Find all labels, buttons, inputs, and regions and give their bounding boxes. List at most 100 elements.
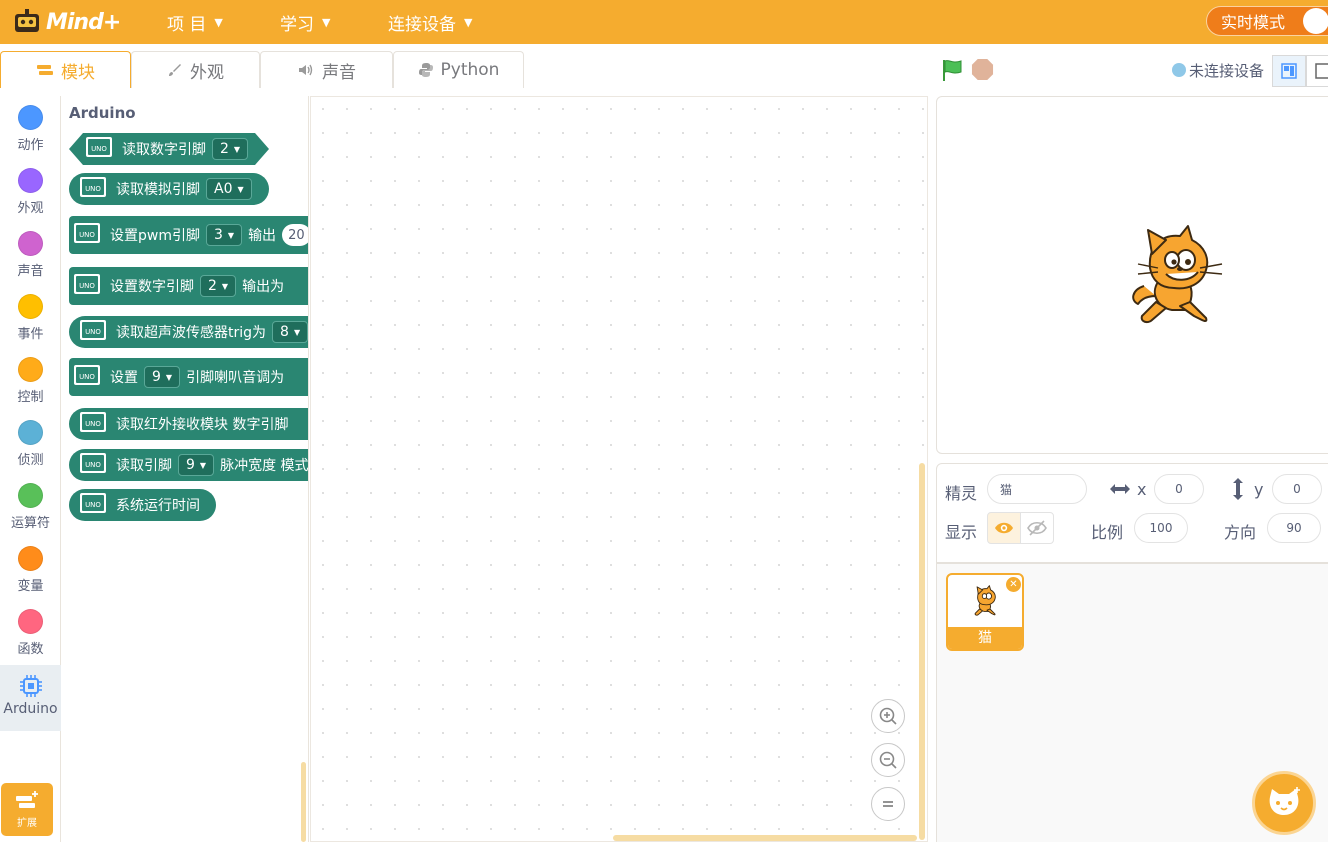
category-arduino[interactable]: Arduino: [0, 665, 61, 731]
pin-dropdown[interactable]: 9 ▼: [144, 366, 181, 388]
stop-icon[interactable]: [971, 58, 994, 81]
block-text: 系统运行时间: [116, 498, 200, 514]
x-label: x: [1137, 480, 1147, 499]
zoom-out-button[interactable]: [871, 743, 905, 777]
caret-down-icon: ▼: [464, 15, 473, 29]
small-stage-button[interactable]: [1272, 55, 1306, 87]
block-text-2: 输出: [248, 228, 277, 244]
caret-down-icon: ▼: [214, 15, 223, 29]
menu-learn[interactable]: 学习 ▼: [280, 0, 330, 44]
zoom-reset-button[interactable]: [871, 787, 905, 821]
large-stage-button[interactable]: [1306, 55, 1328, 87]
show-visible-button[interactable]: [987, 512, 1021, 544]
hide-sprite-button[interactable]: [1020, 512, 1054, 544]
category-dot-icon: [18, 231, 43, 256]
pin-dropdown[interactable]: 2 ▼: [200, 275, 237, 297]
scale-label: 比例: [1091, 523, 1124, 542]
block-set-pwm-pin[interactable]: UNO 设置pwm引脚 3 ▼ 输出 20: [69, 216, 308, 254]
menu-learn-label: 学习: [280, 14, 314, 35]
category-sound[interactable]: 声音: [0, 222, 61, 282]
realtime-mode-toggle[interactable]: 实时模式: [1206, 6, 1328, 36]
tab-blocks-label: 模块: [61, 62, 95, 83]
delete-sprite-button[interactable]: ✕: [1006, 577, 1021, 592]
direction-input[interactable]: 90: [1267, 513, 1321, 543]
tab-sounds-label: 声音: [322, 62, 356, 83]
caret-down-icon: ▼: [221, 281, 229, 291]
category-dot-icon: [18, 546, 43, 571]
tab-python[interactable]: Python: [393, 51, 524, 88]
mind-plus-logo[interactable]: Mind+: [12, 6, 121, 38]
block-read-ir-receiver[interactable]: UNO 读取红外接收模块 数字引脚: [69, 408, 308, 440]
block-text-2: 引脚喇叭音调为: [186, 370, 285, 386]
workspace-vertical-scrollbar[interactable]: [919, 463, 925, 840]
dropdown-value: 2: [208, 278, 217, 294]
menu-connect-label: 连接设备: [388, 14, 456, 35]
palette-scrollbar[interactable]: [301, 762, 306, 842]
pin-dropdown[interactable]: 2 ▼: [212, 138, 248, 160]
dropdown-value: 3: [213, 227, 223, 243]
extension-label: 扩展: [17, 818, 37, 829]
block-set-digital-pin[interactable]: UNO 设置数字引脚 2 ▼ 输出为: [69, 267, 308, 305]
block-palette: Arduino UNO 读取数字引脚 2 ▼ UNO 读取模拟引脚 A0 ▼ UNO…: [61, 96, 309, 842]
vertical-arrows-icon: [1233, 478, 1243, 500]
add-sprite-button[interactable]: [1252, 771, 1316, 835]
block-system-runtime[interactable]: UNO 系统运行时间: [69, 489, 216, 521]
cat-sprite-icon[interactable]: [1128, 224, 1226, 328]
x-input[interactable]: 0: [1154, 474, 1204, 504]
code-workspace[interactable]: [310, 96, 928, 842]
pin-dropdown[interactable]: A0 ▼: [206, 178, 252, 200]
zoom-in-button[interactable]: [871, 699, 905, 733]
extension-button[interactable]: 扩展: [1, 783, 53, 836]
eye-slash-icon: [1027, 520, 1047, 536]
block-text: 读取模拟引脚: [116, 182, 200, 198]
block-read-pulse-width[interactable]: UNO 读取引脚 9 ▼ 脉冲宽度 模式: [69, 449, 308, 481]
block-read-digital-pin[interactable]: UNO 读取数字引脚 2 ▼: [69, 133, 269, 165]
value-input[interactable]: 20: [282, 224, 308, 246]
category-sensing[interactable]: 侦测: [0, 411, 61, 471]
uno-chip-icon: UNO: [79, 411, 107, 437]
dropdown-value: 8: [280, 324, 289, 340]
pin-dropdown[interactable]: 8 ▼: [272, 321, 308, 343]
category-label: 控制: [17, 390, 44, 405]
category-events[interactable]: 事件: [0, 285, 61, 345]
green-flag-icon[interactable]: [940, 58, 964, 82]
caret-down-icon: ▼: [322, 15, 331, 29]
category-variables[interactable]: 变量: [0, 537, 61, 597]
category-control[interactable]: 控制: [0, 348, 61, 408]
menu-project[interactable]: 项 目 ▼: [167, 0, 223, 44]
category-label: 函数: [17, 642, 44, 657]
realtime-mode-label: 实时模式: [1221, 13, 1286, 32]
svg-text:UNO: UNO: [85, 501, 101, 509]
sprite-name-input[interactable]: 猫: [987, 474, 1087, 504]
y-input[interactable]: 0: [1272, 474, 1322, 504]
scale-input[interactable]: 100: [1134, 513, 1188, 543]
block-text: 读取数字引脚: [122, 142, 206, 158]
tab-costumes-label: 外观: [190, 62, 224, 83]
pin-dropdown[interactable]: 3 ▼: [205, 224, 243, 246]
category-motion[interactable]: 动作: [0, 96, 61, 156]
cat-thumbnail-icon: [974, 585, 996, 616]
svg-text:UNO: UNO: [85, 328, 101, 336]
block-read-analog-pin[interactable]: UNO 读取模拟引脚 A0 ▼: [69, 173, 269, 205]
tab-blocks[interactable]: 模块: [0, 51, 131, 88]
category-operators[interactable]: 运算符: [0, 474, 61, 534]
menu-connect-device[interactable]: 连接设备 ▼: [388, 0, 472, 44]
small-stage-icon: [1281, 63, 1297, 79]
toggle-knob: [1303, 8, 1328, 34]
sprite-card-cat[interactable]: ✕ 猫: [946, 573, 1024, 651]
pin-dropdown[interactable]: 9 ▼: [178, 454, 215, 476]
svg-text:UNO: UNO: [79, 282, 95, 290]
block-set-buzzer-tone[interactable]: UNO 设置 9 ▼ 引脚喇叭音调为: [69, 358, 308, 396]
svg-text:UNO: UNO: [91, 145, 107, 153]
category-looks[interactable]: 外观: [0, 159, 61, 219]
speaker-icon: [299, 64, 313, 76]
palette-title: Arduino: [69, 104, 136, 122]
tab-sounds[interactable]: 声音: [260, 51, 393, 88]
block-read-ultrasonic[interactable]: UNO 读取超声波传感器trig为 8 ▼: [69, 316, 308, 348]
tab-python-label: Python: [440, 60, 500, 80]
category-functions[interactable]: 函数: [0, 600, 61, 660]
category-dot-icon: [18, 168, 43, 193]
uno-chip-icon: UNO: [73, 364, 101, 390]
workspace-horizontal-scrollbar[interactable]: [613, 835, 917, 841]
tab-costumes[interactable]: 外观: [131, 51, 260, 88]
